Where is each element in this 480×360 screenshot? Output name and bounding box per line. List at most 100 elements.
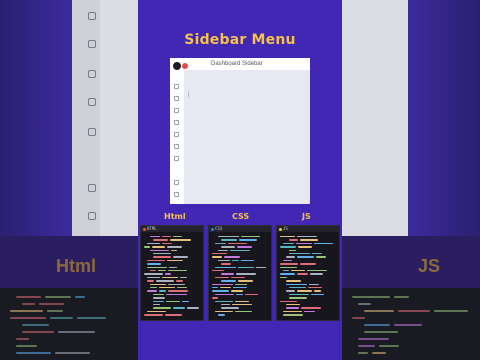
code-token [150, 249, 169, 251]
ghost-code-token [352, 317, 365, 319]
code-token [218, 259, 230, 262]
code-token [245, 293, 258, 296]
code-token [289, 287, 306, 289]
code-token [147, 266, 167, 268]
ghost-search-icon [88, 40, 96, 48]
code-token [300, 239, 318, 241]
code-token [232, 304, 252, 306]
code-token [312, 253, 322, 255]
code-token [162, 236, 171, 238]
code-token [297, 256, 314, 258]
heart-icon[interactable] [174, 132, 179, 137]
code-token [235, 300, 249, 302]
settings-icon[interactable] [174, 156, 179, 161]
code-token [212, 297, 218, 299]
code-token [215, 293, 234, 296]
code-token [165, 273, 171, 275]
code-token [144, 314, 163, 316]
html-code-editor[interactable]: HTML [140, 225, 204, 321]
code-token [286, 307, 299, 309]
background-html-label: Html [56, 256, 96, 276]
code-token [280, 300, 297, 302]
logout-icon[interactable] [174, 180, 179, 185]
ghost-folder-icon [88, 128, 96, 136]
code-token [180, 276, 187, 279]
home-icon[interactable] [174, 84, 179, 89]
ghost-code-token [16, 345, 37, 347]
code-token [239, 239, 257, 241]
search-icon[interactable] [174, 96, 179, 101]
ghost-home-icon [88, 12, 96, 20]
code-token [173, 256, 188, 258]
code-token [297, 236, 317, 238]
code-token [297, 290, 312, 292]
ghost-code-token [10, 317, 46, 319]
code-token [307, 270, 327, 272]
code-token [298, 246, 312, 248]
ghost-code-token [58, 331, 95, 333]
js-code-editor[interactable]: JS [276, 225, 340, 321]
code-token [153, 307, 171, 309]
js-file-name: JS [283, 226, 288, 231]
code-token [150, 236, 160, 238]
ghost-code-token [50, 317, 73, 319]
ghost-code-token [358, 345, 375, 347]
code-token [182, 300, 189, 302]
code-token [220, 287, 231, 289]
code-token [215, 276, 229, 279]
ghost-code-token [358, 352, 368, 354]
code-token [300, 263, 316, 265]
code-token [289, 253, 310, 255]
code-token [238, 266, 254, 268]
code-token [165, 314, 182, 316]
ghost-chart-icon [88, 70, 96, 78]
code-token [147, 276, 160, 279]
code-token [286, 283, 307, 285]
ghost-code-token [16, 296, 41, 298]
code-token [168, 270, 187, 272]
bell-icon[interactable] [174, 120, 179, 125]
code-token [215, 266, 236, 268]
code-token [173, 236, 182, 238]
code-token [232, 259, 239, 262]
code-token [158, 270, 166, 272]
ghost-code-token [10, 310, 43, 312]
sidebar-toggle-button[interactable] [182, 63, 188, 69]
code-token [221, 304, 230, 306]
css-code-editor[interactable]: CSS [208, 225, 272, 321]
code-token [212, 256, 222, 258]
code-token [289, 239, 298, 241]
code-token [231, 290, 243, 292]
code-token [314, 290, 321, 292]
code-token [241, 236, 260, 238]
chart-icon[interactable] [174, 108, 179, 113]
code-token [171, 249, 177, 251]
ghost-settings-icon [88, 212, 96, 220]
help-icon[interactable] [174, 192, 179, 197]
code-token [167, 246, 182, 248]
ghost-code-token [379, 345, 399, 347]
html-editor-titlebar: HTML [141, 226, 203, 232]
tab-css: CSS [232, 212, 250, 221]
code-token [150, 287, 157, 289]
code-token [150, 270, 156, 272]
code-token [283, 242, 294, 245]
preview-cursor: | [188, 92, 190, 98]
ghost-code-token [352, 296, 390, 298]
code-token [221, 307, 239, 309]
ghost-code-token [77, 317, 106, 319]
ghost-code-token [45, 296, 71, 298]
main-panel: Sidebar Menu Dashboard Sidebar | Html CS… [138, 0, 342, 360]
preview-header-title: Dashboard Sidebar [211, 61, 263, 67]
ghost-heart-icon [88, 98, 96, 106]
preview-sidebar [170, 58, 184, 204]
code-token [212, 283, 233, 285]
sidebar-preview: Dashboard Sidebar | [170, 58, 310, 204]
ghost-code-token [394, 324, 422, 326]
code-token [215, 300, 233, 302]
code-token [162, 276, 178, 279]
code-token [147, 263, 161, 265]
code-token [280, 273, 295, 275]
code-token [286, 256, 295, 258]
folder-icon[interactable] [174, 144, 179, 149]
